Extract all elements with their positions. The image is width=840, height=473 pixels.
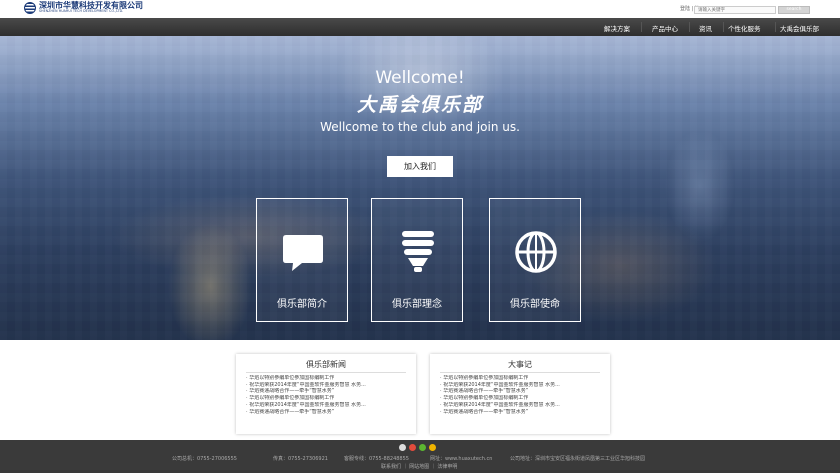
footer-website[interactable]: 网址：www.huaxutech.cn: [430, 455, 492, 462]
events-panel: 大事记 · 华焰以特别参编单位参加国标编制工作 · 祝华焰荣获2014年度“中国…: [430, 354, 610, 434]
welcome-subtitle: Wellcome to the club and join us.: [320, 120, 520, 134]
footer-links[interactable]: 联系我们 ｜ 网站地图 ｜ 法律申明: [381, 463, 457, 470]
list-item[interactable]: · 华焰以特别参编单位参加国标编制工作: [246, 395, 411, 402]
panel-divider: [440, 372, 600, 373]
list-item[interactable]: · 华焰以特别参编单位参加国标编制工作: [440, 375, 605, 382]
lightbulb-icon: [402, 231, 434, 272]
nav-item-custom-service[interactable]: 个性化服务: [728, 23, 761, 33]
club-mission-card[interactable]: 俱乐部使命: [489, 198, 581, 322]
list-item[interactable]: · 华焰赛递战略合作——牵手“智慧水务”: [440, 409, 605, 416]
nav-divider: [775, 22, 776, 32]
page: 深圳市华慧科技开发有限公司 SHENZHEN HUAHUI TECH DEVEL…: [0, 0, 840, 473]
club-news-panel: 俱乐部新闻 · 华焰以特别参编单位参加国标编制工作 · 祝华焰荣获2014年度“…: [236, 354, 416, 434]
club-mission-label: 俱乐部使命: [510, 299, 560, 310]
panel-divider: [246, 372, 406, 373]
login-link[interactable]: 登陆: [680, 6, 690, 12]
list-item[interactable]: · 华焰以特别参编单位参加国标编制工作: [440, 395, 605, 402]
club-intro-card[interactable]: 俱乐部简介: [256, 198, 348, 322]
nav-item-news[interactable]: 资讯: [699, 23, 712, 33]
company-name-en: SHENZHEN HUAHUI TECH DEVELOPMENT CO.,LTD…: [39, 9, 124, 14]
weibo-icon[interactable]: [409, 444, 416, 451]
news-section: 俱乐部新闻 · 华焰以特别参编单位参加国标编制工作 · 祝华焰荣获2014年度“…: [0, 340, 840, 440]
star-icon[interactable]: [429, 444, 436, 451]
club-news-list: · 华焰以特别参编单位参加国标编制工作 · 祝华焰荣获2014年度“中国金软件金…: [246, 375, 411, 415]
join-us-button[interactable]: 加入我们: [387, 156, 453, 177]
share-icon[interactable]: [399, 444, 406, 451]
footer-hotline: 客服专线：0755-88248855: [344, 456, 409, 462]
nav-divider: [641, 22, 642, 32]
nav-item-products[interactable]: 产品中心: [652, 23, 678, 33]
logo-globe-icon: [24, 2, 36, 14]
club-news-title: 俱乐部新闻: [306, 360, 346, 369]
hero-banner: Wellcome! 大禹会俱乐部 Wellcome to the club an…: [0, 36, 840, 340]
club-philosophy-label: 俱乐部理念: [392, 299, 442, 310]
list-item[interactable]: · 华焰赛递战略合作——牵手“智慧水务”: [440, 388, 605, 395]
footer-address: 公司地址：深圳市宝安区福永街道凤凰第三工业区华旭科技园: [510, 456, 646, 462]
main-nav: 解决方案 产品中心 资讯 个性化服务 大禹会俱乐部: [0, 18, 840, 36]
chat-bubble-icon: [283, 235, 323, 271]
welcome-heading: Wellcome!: [375, 68, 465, 88]
list-item[interactable]: · 华焰赛递战略合作——牵手“智慧水务”: [246, 388, 411, 395]
nav-item-club[interactable]: 大禹会俱乐部: [780, 23, 819, 33]
club-philosophy-card[interactable]: 俱乐部理念: [371, 198, 463, 322]
nav-item-solutions[interactable]: 解决方案: [604, 23, 630, 33]
list-item[interactable]: · 祝华焰荣获2014年度“中国金软件金服务智慧 水务...: [440, 382, 605, 389]
footer-fax: 传真：0755-27306921: [273, 456, 328, 462]
club-name-calligraphy: 大禹会俱乐部: [356, 94, 483, 116]
globe-icon: [515, 231, 557, 273]
footer-phone: 公司总机：0755-27006555: [172, 456, 237, 462]
wechat-icon[interactable]: [419, 444, 426, 451]
club-intro-label: 俱乐部简介: [277, 299, 327, 310]
list-item[interactable]: · 华焰以特别参编单位参加国标编制工作: [246, 375, 411, 382]
events-list: · 华焰以特别参编单位参加国标编制工作 · 祝华焰荣获2014年度“中国金软件金…: [440, 375, 605, 415]
list-item[interactable]: · 祝华焰荣获2014年度“中国金软件金服务智慧 水务...: [440, 402, 605, 409]
list-item[interactable]: · 华焰赛递战略合作——牵手“智慧水务”: [246, 409, 411, 416]
nav-divider: [689, 22, 690, 32]
nav-divider: [723, 22, 724, 32]
company-logo[interactable]: 深圳市华慧科技开发有限公司 SHENZHEN HUAHUI TECH DEVEL…: [24, 2, 143, 14]
footer: 公司总机：0755-27006555 传真：0755-27306921 客服专线…: [0, 440, 840, 473]
search-button[interactable]: search: [778, 6, 810, 14]
list-item[interactable]: · 祝华焰荣获2014年度“中国金软件金服务智慧 水务...: [246, 382, 411, 389]
events-title: 大事记: [508, 360, 532, 369]
social-icons: [399, 444, 439, 451]
top-bar: 深圳市华慧科技开发有限公司 SHENZHEN HUAHUI TECH DEVEL…: [0, 0, 840, 18]
list-item[interactable]: · 祝华焰荣获2014年度“中国金软件金服务智慧 水务...: [246, 402, 411, 409]
search-input[interactable]: [694, 6, 776, 14]
